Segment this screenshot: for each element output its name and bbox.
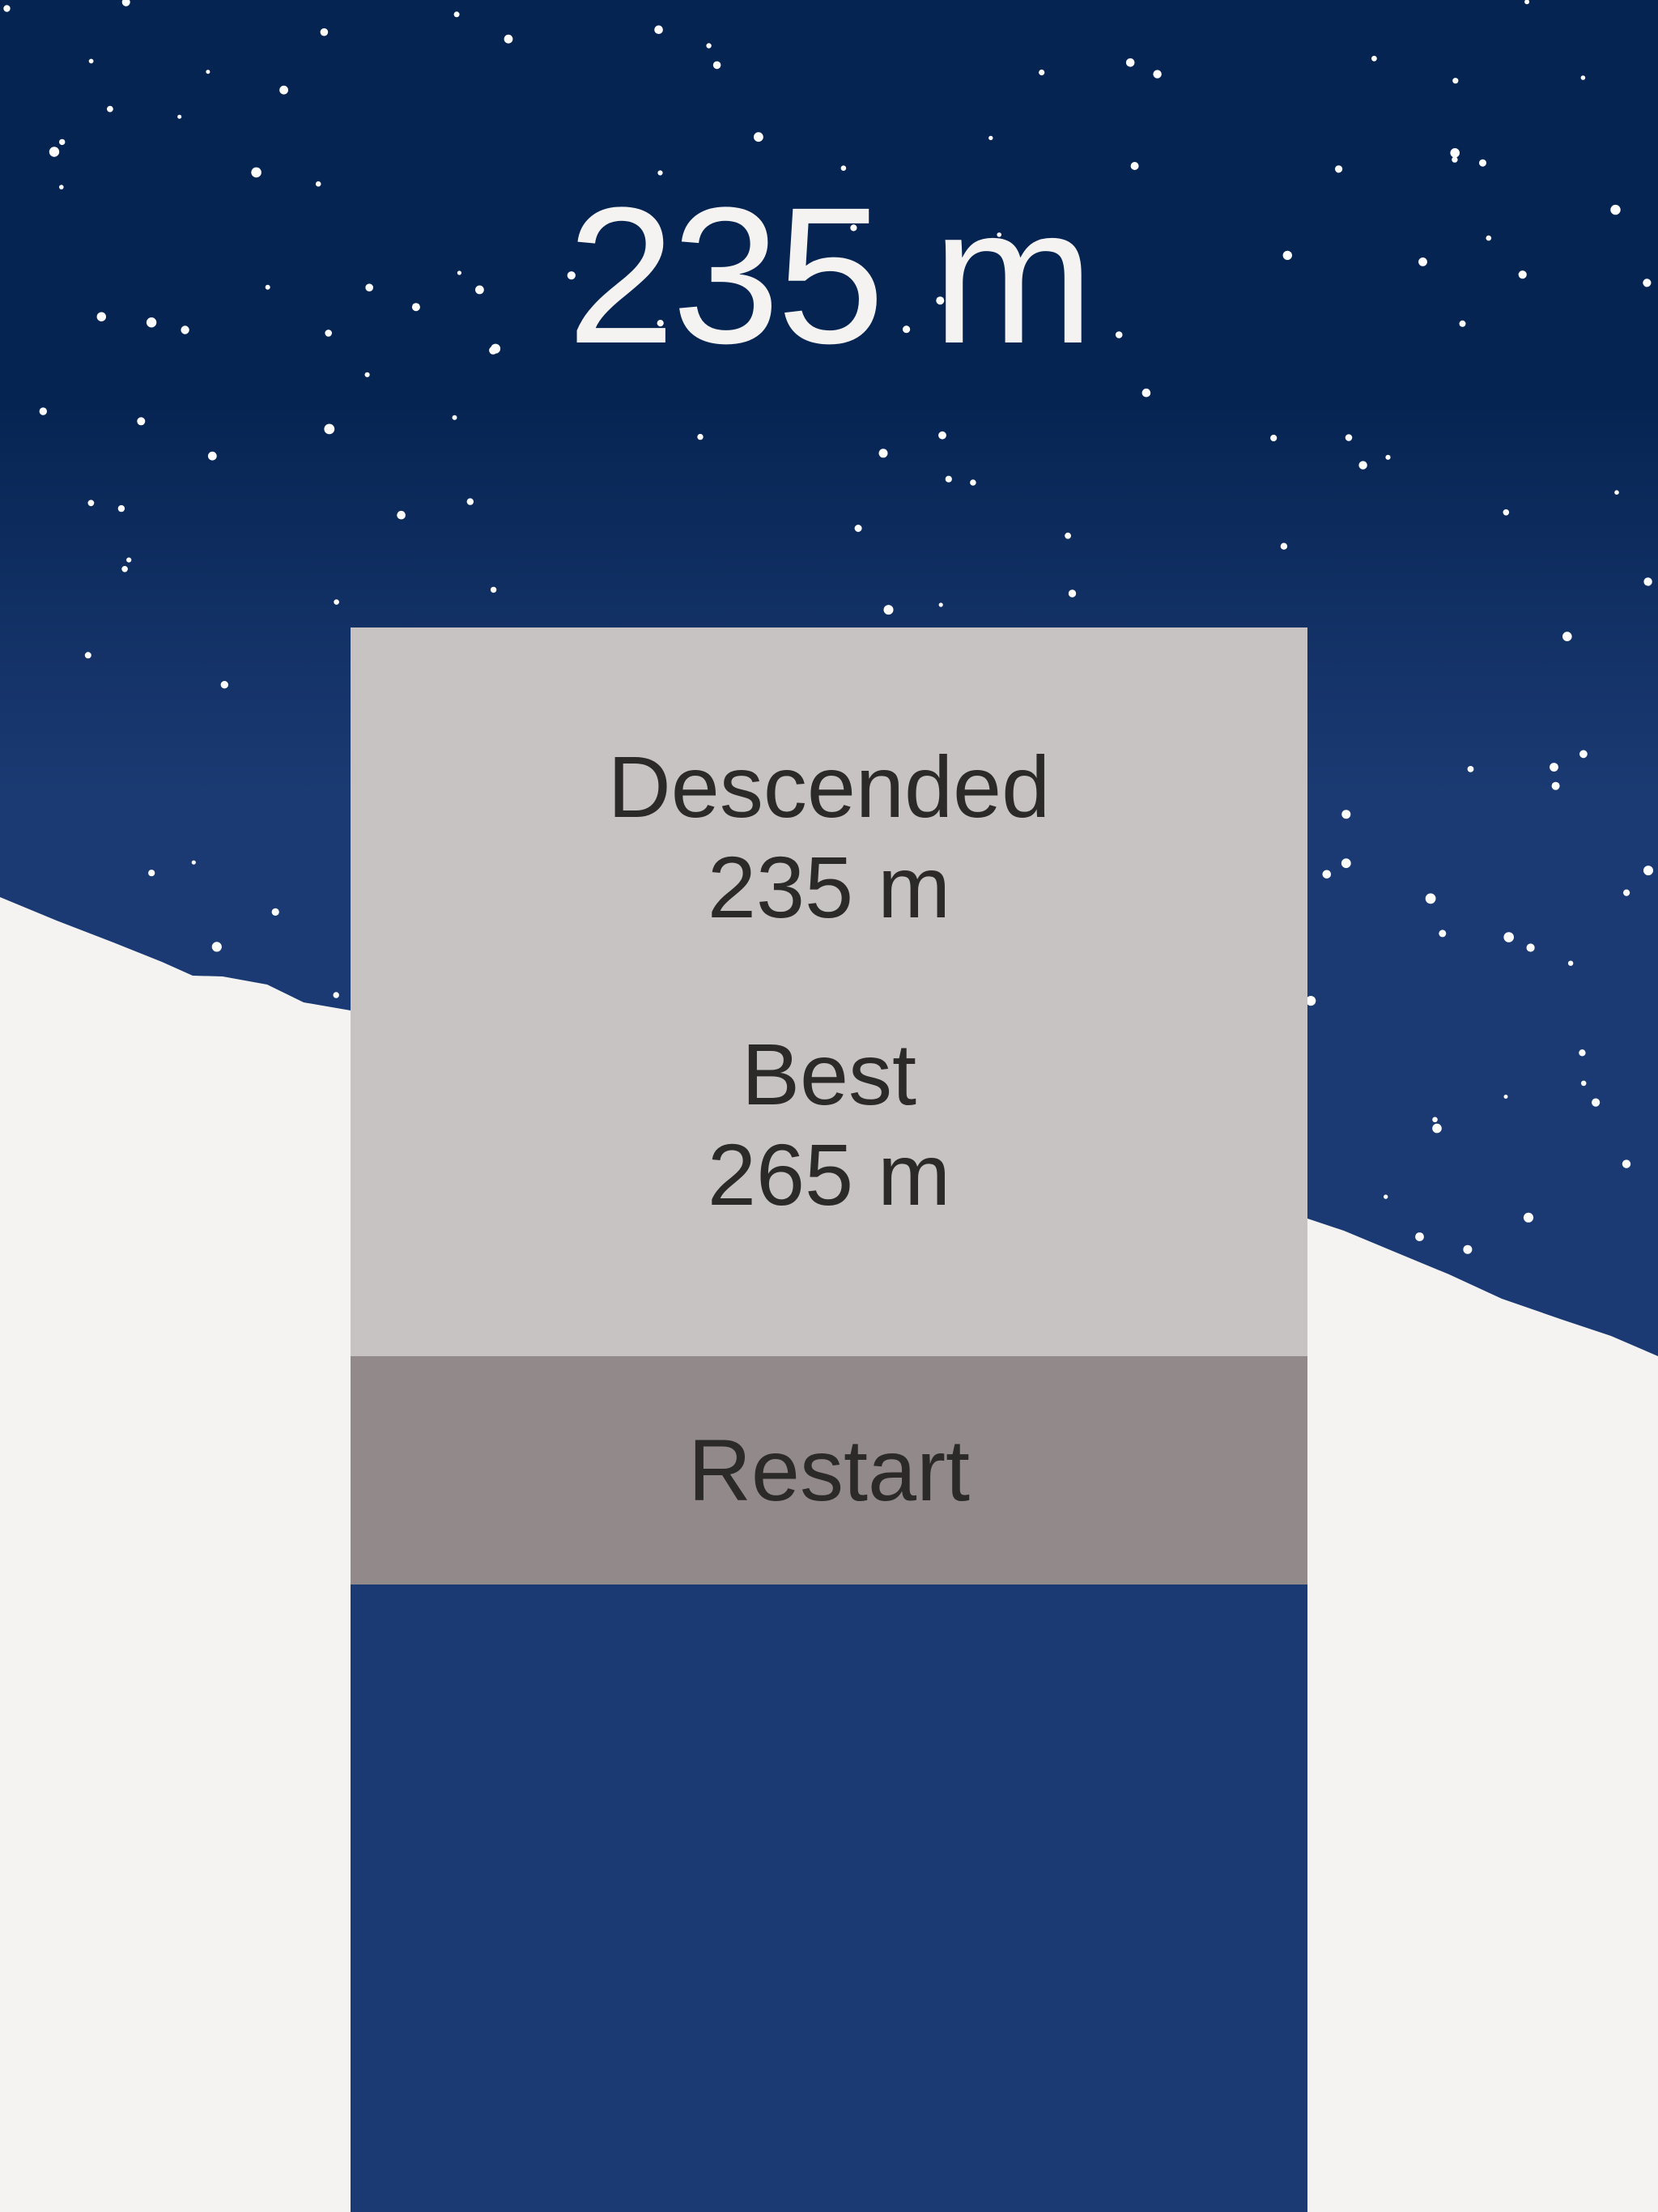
- star: [1503, 1095, 1508, 1099]
- star: [1550, 763, 1558, 772]
- star: [1503, 932, 1514, 942]
- star: [1450, 148, 1460, 158]
- star: [1270, 434, 1278, 442]
- descended-label: Descended: [607, 738, 1051, 836]
- restart-button[interactable]: Restart: [351, 1356, 1307, 1585]
- star: [279, 85, 288, 95]
- star: [1068, 589, 1077, 598]
- star: [1551, 781, 1560, 790]
- star: [854, 525, 862, 532]
- star: [1358, 461, 1367, 470]
- star: [1371, 55, 1377, 62]
- star: [334, 599, 339, 605]
- star: [126, 557, 132, 563]
- star: [712, 61, 721, 70]
- star: [706, 43, 712, 49]
- star: [1580, 1080, 1587, 1087]
- star: [1467, 766, 1474, 772]
- star: [39, 407, 47, 415]
- star: [1141, 388, 1151, 398]
- star: [88, 58, 94, 64]
- star: [1567, 960, 1574, 966]
- star: [1384, 1194, 1388, 1199]
- star: [107, 105, 113, 113]
- star: [754, 132, 763, 143]
- star: [1579, 750, 1588, 759]
- star: [1432, 1117, 1438, 1123]
- star: [1385, 454, 1391, 460]
- star: [1322, 870, 1332, 879]
- descended-value: 235 m: [707, 838, 951, 936]
- star: [654, 25, 663, 34]
- star: [191, 860, 196, 865]
- star: [1562, 632, 1572, 641]
- star: [938, 431, 946, 440]
- star: [1341, 858, 1351, 869]
- star: [207, 451, 217, 461]
- star: [220, 681, 228, 689]
- stats-area: Descended 235 m Best 265 m: [351, 627, 1307, 1356]
- star: [1614, 490, 1619, 495]
- star: [1439, 929, 1447, 938]
- best-label: Best: [741, 1025, 917, 1123]
- star: [697, 433, 704, 440]
- star: [1643, 866, 1653, 876]
- star: [1526, 943, 1535, 952]
- star: [878, 449, 888, 458]
- restart-label: Restart: [687, 1421, 971, 1519]
- star: [883, 605, 894, 615]
- star: [452, 415, 457, 420]
- star: [988, 135, 993, 141]
- star: [1125, 58, 1135, 67]
- star: [1503, 509, 1510, 516]
- star: [87, 500, 95, 507]
- star: [320, 28, 329, 36]
- star: [117, 504, 125, 513]
- star: [397, 510, 406, 520]
- star: [1622, 1159, 1631, 1168]
- star: [1432, 1123, 1442, 1134]
- star: [324, 423, 335, 435]
- star: [49, 147, 60, 157]
- star: [466, 498, 474, 505]
- game-scene: 235 m Descended 235 m Best 265 m Restart: [0, 0, 1658, 2212]
- distance-counter: 235 m: [567, 167, 1094, 384]
- star: [271, 908, 279, 916]
- star: [1039, 69, 1045, 76]
- star: [1425, 893, 1436, 904]
- best-value: 265 m: [707, 1125, 951, 1223]
- star: [59, 138, 66, 146]
- game-over-panel: Descended 235 m Best 265 m Restart: [351, 627, 1307, 1585]
- star: [490, 586, 497, 593]
- star: [211, 942, 222, 952]
- star: [1523, 1212, 1534, 1223]
- star: [1580, 75, 1586, 80]
- star: [938, 602, 943, 607]
- star: [945, 475, 952, 483]
- star: [970, 479, 976, 486]
- star: [1623, 889, 1630, 896]
- star: [333, 992, 339, 998]
- star: [3, 5, 11, 12]
- star: [1592, 1098, 1601, 1107]
- star: [1415, 1232, 1424, 1241]
- star: [1463, 1244, 1473, 1254]
- star: [1065, 532, 1071, 539]
- star: [1345, 434, 1353, 441]
- star: [1643, 577, 1652, 586]
- star: [1579, 1049, 1586, 1057]
- star: [206, 70, 210, 74]
- star: [84, 652, 91, 659]
- star: [137, 417, 146, 426]
- star: [453, 11, 460, 18]
- star: [1341, 810, 1351, 819]
- star: [177, 114, 182, 119]
- star: [121, 566, 128, 572]
- star: [1280, 542, 1288, 550]
- star: [148, 870, 155, 877]
- star: [504, 34, 513, 44]
- star: [1452, 78, 1459, 84]
- star: [1153, 70, 1162, 79]
